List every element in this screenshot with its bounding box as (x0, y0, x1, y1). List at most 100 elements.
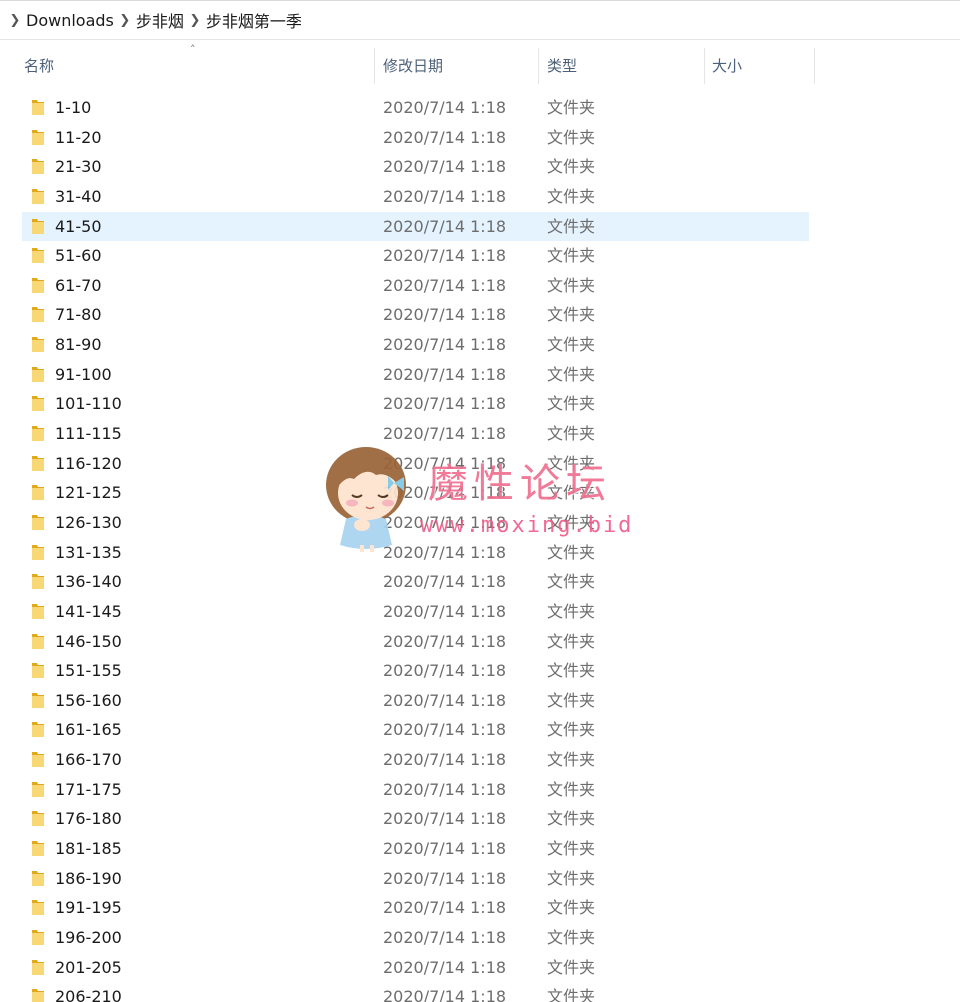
file-row[interactable]: 71-80 2020/7/14 1:18 文件夹 (0, 300, 960, 330)
file-modified-date: 2020/7/14 1:18 (383, 98, 507, 117)
column-divider[interactable] (704, 48, 705, 84)
file-type: 文件夹 (547, 898, 596, 918)
folder-icon (32, 337, 44, 353)
column-divider[interactable] (814, 48, 815, 84)
file-type: 文件夹 (547, 364, 596, 384)
file-modified-date: 2020/7/14 1:18 (383, 987, 507, 1002)
file-row[interactable]: 161-165 2020/7/14 1:18 文件夹 (0, 715, 960, 745)
file-modified-date: 2020/7/14 1:18 (383, 750, 507, 770)
file-row[interactable]: 206-210 2020/7/14 1:18 文件夹 (0, 982, 960, 1002)
column-divider[interactable] (538, 48, 539, 84)
folder-icon (32, 129, 44, 145)
file-row[interactable]: 166-170 2020/7/14 1:18 文件夹 (0, 745, 960, 775)
file-row[interactable]: 136-140 2020/7/14 1:18 文件夹 (0, 567, 960, 597)
file-type: 文件夹 (547, 186, 596, 206)
file-row[interactable]: 31-40 2020/7/14 1:18 文件夹 (0, 182, 960, 212)
file-row[interactable]: 201-205 2020/7/14 1:18 文件夹 (0, 953, 960, 983)
breadcrumb: ❯ Downloads ❯ 步非烟 ❯ 步非烟第一季 (0, 0, 960, 40)
folder-icon (32, 841, 44, 857)
folder-icon (32, 663, 44, 679)
file-modified-date: 2020/7/14 1:18 (383, 927, 507, 947)
file-row[interactable]: 81-90 2020/7/14 1:18 文件夹 (0, 330, 960, 360)
column-header-name[interactable]: 名称 (24, 40, 374, 84)
file-modified-date: 2020/7/14 1:18 (383, 809, 507, 829)
file-row[interactable]: 151-155 2020/7/14 1:18 文件夹 (0, 656, 960, 686)
file-modified-date: 2020/7/14 1:18 (383, 424, 507, 444)
file-type: 文件夹 (547, 424, 596, 444)
file-row[interactable]: 91-100 2020/7/14 1:18 文件夹 (0, 360, 960, 390)
file-modified-date: 2020/7/14 1:18 (383, 305, 507, 325)
folder-icon (32, 485, 44, 501)
folder-icon (32, 752, 44, 768)
file-name: 71-80 (55, 305, 102, 325)
file-row[interactable]: 146-150 2020/7/14 1:18 文件夹 (0, 627, 960, 657)
file-name: 116-120 (55, 453, 122, 473)
file-modified-date: 2020/7/14 1:18 (383, 720, 507, 740)
file-name: 206-210 (55, 987, 122, 1002)
file-row[interactable]: 61-70 2020/7/14 1:18 文件夹 (0, 271, 960, 301)
file-row[interactable]: 1-10 2020/7/14 1:18 文件夹 (0, 93, 960, 123)
folder-icon (32, 870, 44, 886)
file-row[interactable]: 21-30 2020/7/14 1:18 文件夹 (0, 152, 960, 182)
folder-icon (32, 633, 44, 649)
file-modified-date: 2020/7/14 1:18 (383, 601, 507, 621)
column-header-size[interactable]: 大小 (712, 40, 814, 84)
file-name: 186-190 (55, 868, 122, 888)
file-modified-date: 2020/7/14 1:18 (383, 157, 507, 177)
file-row[interactable]: 141-145 2020/7/14 1:18 文件夹 (0, 597, 960, 627)
file-row[interactable]: 51-60 2020/7/14 1:18 文件夹 (0, 241, 960, 271)
column-header-modified[interactable]: 修改日期 (383, 40, 538, 84)
file-modified-date: 2020/7/14 1:18 (383, 542, 507, 562)
file-row[interactable]: 11-20 2020/7/14 1:18 文件夹 (0, 123, 960, 153)
file-row[interactable]: 181-185 2020/7/14 1:18 文件夹 (0, 834, 960, 864)
file-name: 136-140 (55, 572, 122, 592)
file-type: 文件夹 (547, 394, 596, 414)
file-name: 196-200 (55, 927, 122, 947)
column-header-type[interactable]: 类型 (547, 40, 704, 84)
file-type: 文件夹 (547, 690, 596, 710)
file-modified-date: 2020/7/14 1:18 (383, 690, 507, 710)
file-row[interactable]: 176-180 2020/7/14 1:18 文件夹 (0, 804, 960, 834)
file-modified-date: 2020/7/14 1:18 (383, 483, 507, 503)
file-type: 文件夹 (547, 572, 596, 592)
chevron-right-icon[interactable]: ❯ (186, 13, 204, 28)
chevron-right-icon[interactable]: ❯ (6, 13, 24, 28)
file-row[interactable]: 196-200 2020/7/14 1:18 文件夹 (0, 923, 960, 953)
file-name: 126-130 (55, 512, 122, 532)
file-type: 文件夹 (547, 750, 596, 770)
file-row[interactable]: 131-135 2020/7/14 1:18 文件夹 (0, 538, 960, 568)
file-modified-date: 2020/7/14 1:18 (383, 572, 507, 592)
column-divider[interactable] (374, 48, 375, 84)
file-row[interactable]: 101-110 2020/7/14 1:18 文件夹 (0, 389, 960, 419)
chevron-right-icon[interactable]: ❯ (116, 13, 134, 28)
folder-icon (32, 781, 44, 797)
file-row[interactable]: 156-160 2020/7/14 1:18 文件夹 (0, 686, 960, 716)
folder-icon (32, 188, 44, 204)
file-modified-date: 2020/7/14 1:18 (383, 957, 507, 977)
file-name: 131-135 (55, 542, 122, 562)
file-row[interactable]: 191-195 2020/7/14 1:18 文件夹 (0, 893, 960, 923)
breadcrumb-item-parent[interactable]: 步非烟 (134, 8, 186, 32)
folder-icon (32, 811, 44, 827)
file-row[interactable]: 186-190 2020/7/14 1:18 文件夹 (0, 864, 960, 894)
file-type: 文件夹 (547, 809, 596, 829)
breadcrumb-item-current[interactable]: 步非烟第一季 (204, 8, 304, 32)
file-explorer-window: ❯ Downloads ❯ 步非烟 ❯ 步非烟第一季 ˄ 名称 修改日期 类型 … (0, 0, 960, 1002)
file-type: 文件夹 (547, 98, 596, 117)
file-modified-date: 2020/7/14 1:18 (383, 246, 507, 266)
file-type: 文件夹 (547, 779, 596, 799)
file-modified-date: 2020/7/14 1:18 (383, 631, 507, 651)
file-name: 21-30 (55, 157, 102, 177)
file-row[interactable]: 126-130 2020/7/14 1:18 文件夹 (0, 508, 960, 538)
file-row[interactable]: 121-125 2020/7/14 1:18 文件夹 (0, 478, 960, 508)
breadcrumb-item-downloads[interactable]: Downloads (24, 11, 116, 30)
file-modified-date: 2020/7/14 1:18 (383, 186, 507, 206)
file-row[interactable]: 111-115 2020/7/14 1:18 文件夹 (0, 419, 960, 449)
file-row[interactable]: 171-175 2020/7/14 1:18 文件夹 (0, 775, 960, 805)
file-name: 141-145 (55, 601, 122, 621)
file-row[interactable]: 41-50 2020/7/14 1:18 文件夹 (0, 211, 960, 242)
file-name: 81-90 (55, 335, 102, 355)
file-row[interactable]: 116-120 2020/7/14 1:18 文件夹 (0, 449, 960, 479)
folder-icon (32, 307, 44, 323)
file-list: 1-10 2020/7/14 1:18 文件夹 11-20 2020/7/14 1:18… (0, 93, 960, 1002)
